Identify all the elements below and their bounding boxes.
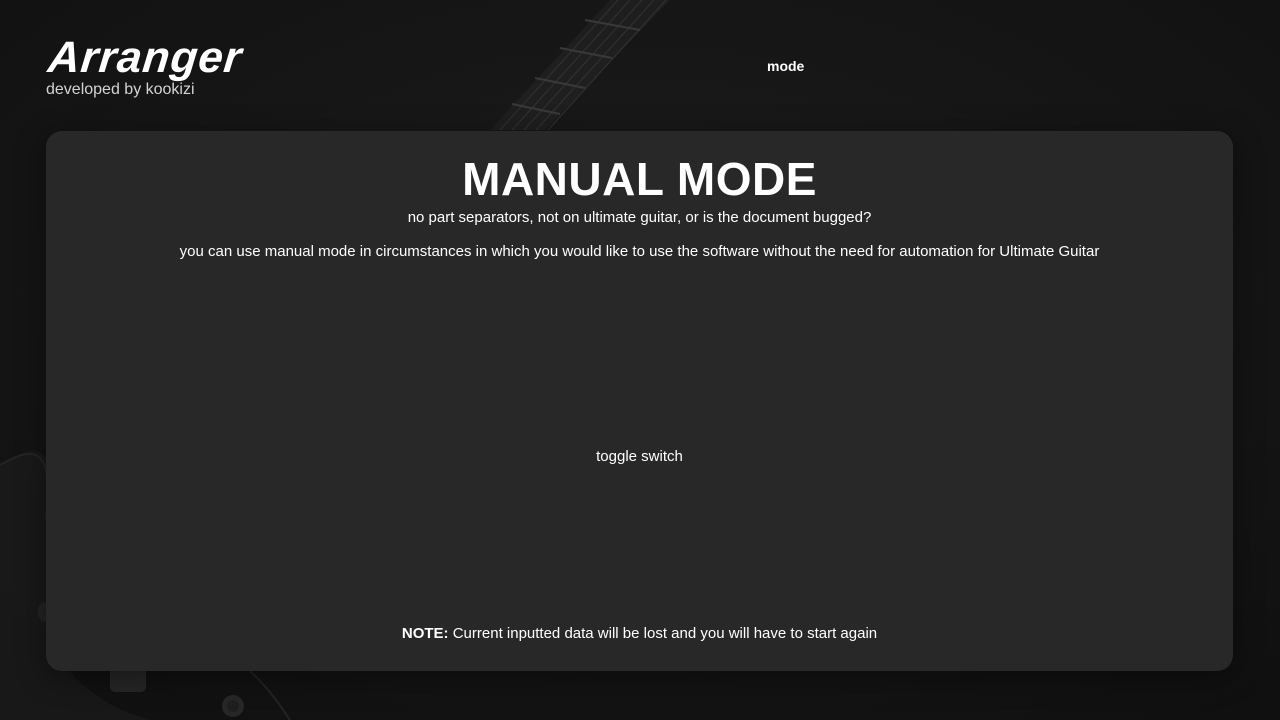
app-logo[interactable]: Arranger bbox=[46, 33, 245, 82]
note-prefix: NOTE: bbox=[401, 625, 449, 642]
app-header: Arranger developed by kookizi bbox=[46, 33, 245, 100]
developer-credit: developed by kookizi bbox=[46, 81, 195, 98]
panel-question: no part separators, not on ultimate guit… bbox=[407, 209, 872, 226]
panel-description: you can use manual mode in circumstances… bbox=[179, 243, 1100, 260]
panel-note: NOTE: Current inputted data will be lost… bbox=[46, 625, 1233, 643]
note-text: Current inputted data will be lost and y… bbox=[448, 625, 878, 642]
panel-title: MANUAL MODE bbox=[462, 153, 817, 205]
nav-mode-link[interactable]: mode bbox=[767, 58, 804, 74]
manual-mode-toggle-switch[interactable]: toggle switch bbox=[46, 448, 1233, 466]
manual-mode-panel: MANUAL MODE no part separators, not on u… bbox=[46, 131, 1233, 671]
